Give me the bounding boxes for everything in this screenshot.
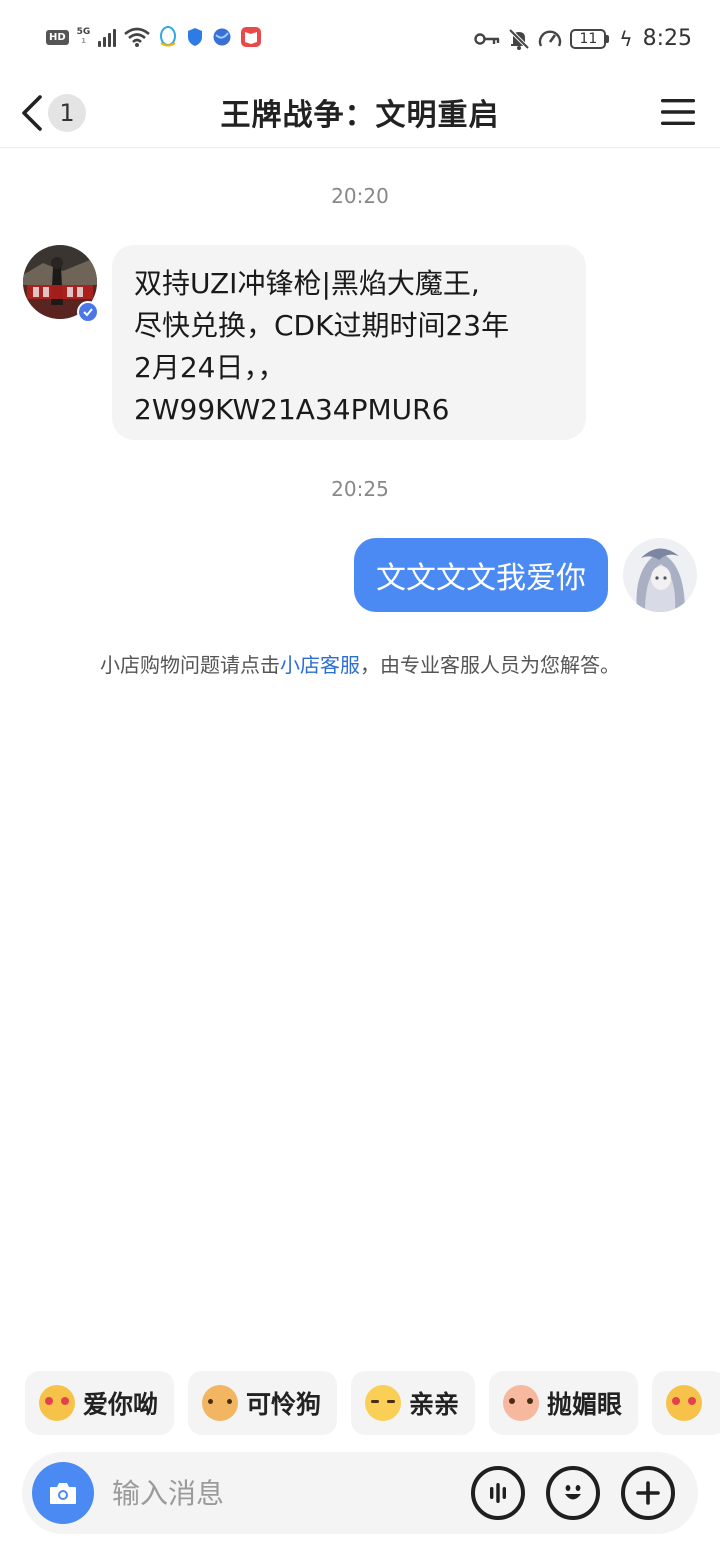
- quick-reply-label: 爱你呦: [83, 1390, 159, 1419]
- quick-reply-chip[interactable]: 爱你呦: [25, 1371, 175, 1435]
- reader-icon: [241, 27, 262, 47]
- status-time: 8:25: [642, 26, 692, 51]
- self-avatar[interactable]: [623, 538, 697, 612]
- message-line: 2W99KW21A34PMUR6: [134, 393, 450, 426]
- message-line: 双持UZI冲锋枪|黑焰大魔王,: [134, 267, 480, 300]
- network-sub-label: 1: [81, 37, 86, 45]
- plus-icon: [636, 1481, 660, 1505]
- customer-service-notice: 小店购物问题请点击小店客服，由专业客服人员为您解答。: [0, 649, 720, 678]
- quick-reply-chip[interactable]: [652, 1371, 720, 1435]
- camera-icon: [50, 1483, 76, 1504]
- emoji-icon: [565, 1485, 581, 1500]
- quick-reply-label: 亲亲: [409, 1390, 460, 1419]
- battery-icon: 11: [570, 28, 610, 49]
- more-options-button[interactable]: [621, 1466, 675, 1520]
- quick-reply-label: 抛媚眼: [547, 1390, 623, 1419]
- outgoing-message-text: 文文文文我爱你: [376, 561, 586, 596]
- message-timestamp: 20:25: [331, 477, 389, 501]
- browser-icon: [213, 28, 231, 46]
- charging-icon: ϟ: [619, 26, 633, 51]
- party-emoji-icon: [666, 1385, 703, 1421]
- quick-reply-chip[interactable]: 抛媚眼: [489, 1371, 639, 1435]
- mute-bell-icon: [508, 28, 530, 50]
- incoming-message-bubble[interactable]: 双持UZI冲锋枪|黑焰大魔王, 尽快兑换，CDK过期时间23年 2月24日，， …: [112, 245, 586, 440]
- status-bar: HD 5G 1 11 ϟ 8:25: [0, 0, 720, 78]
- message-timestamp: 20:20: [331, 184, 389, 208]
- key-icon: [474, 32, 500, 45]
- page-title: 王牌战争：文明重启: [220, 98, 500, 133]
- shield-icon: [188, 28, 203, 46]
- camera-button[interactable]: [32, 1462, 94, 1524]
- more-menu-button[interactable]: [658, 92, 698, 132]
- kiss-emoji-icon: [365, 1385, 402, 1421]
- wifi-icon: [124, 27, 151, 47]
- message-line: 2月24日，，: [134, 351, 286, 384]
- quick-reply-chip[interactable]: 可怜狗: [188, 1371, 338, 1435]
- network-type-label: 5G: [76, 27, 91, 37]
- customer-service-link[interactable]: 小店客服: [280, 653, 360, 677]
- hamburger-menu-icon: [661, 99, 695, 125]
- outgoing-message-bubble[interactable]: 文文文文我爱你: [354, 538, 608, 612]
- qq-icon: [160, 26, 177, 47]
- message-composer: [22, 1452, 698, 1534]
- message-line: 尽快兑换，CDK过期时间23年: [134, 309, 510, 342]
- verified-badge-icon: [77, 301, 99, 323]
- signal-icon: [98, 27, 117, 47]
- battery-level: 11: [570, 28, 607, 49]
- quick-reply-label: 可怜狗: [246, 1390, 322, 1419]
- quick-reply-bar[interactable]: 爱你呦 可怜狗 亲亲 抛媚眼: [25, 1371, 720, 1435]
- emoji-button[interactable]: [546, 1466, 600, 1520]
- message-input[interactable]: [112, 1472, 442, 1514]
- puppy-emoji-icon: [202, 1385, 239, 1421]
- heart-eyes-emoji-icon: [39, 1385, 75, 1421]
- status-bar-right: 11 ϟ 8:25: [474, 26, 692, 51]
- hd-icon: HD: [46, 29, 69, 45]
- wink-emoji-icon: [503, 1385, 540, 1421]
- quick-reply-chip[interactable]: 亲亲: [351, 1371, 476, 1435]
- self-avatar-image: [623, 538, 697, 612]
- chat-header: 1 王牌战争：文明重启: [0, 78, 720, 148]
- speedometer-icon: [539, 29, 562, 47]
- voice-button[interactable]: [471, 1466, 525, 1520]
- notice-text-before: 小店购物问题请点击: [100, 653, 280, 677]
- network-type: 5G 1: [77, 28, 91, 46]
- status-bar-left: HD 5G 1: [46, 26, 262, 48]
- notice-text-after: ，由专业客服人员为您解答。: [360, 653, 620, 677]
- voice-icon: [490, 1483, 506, 1503]
